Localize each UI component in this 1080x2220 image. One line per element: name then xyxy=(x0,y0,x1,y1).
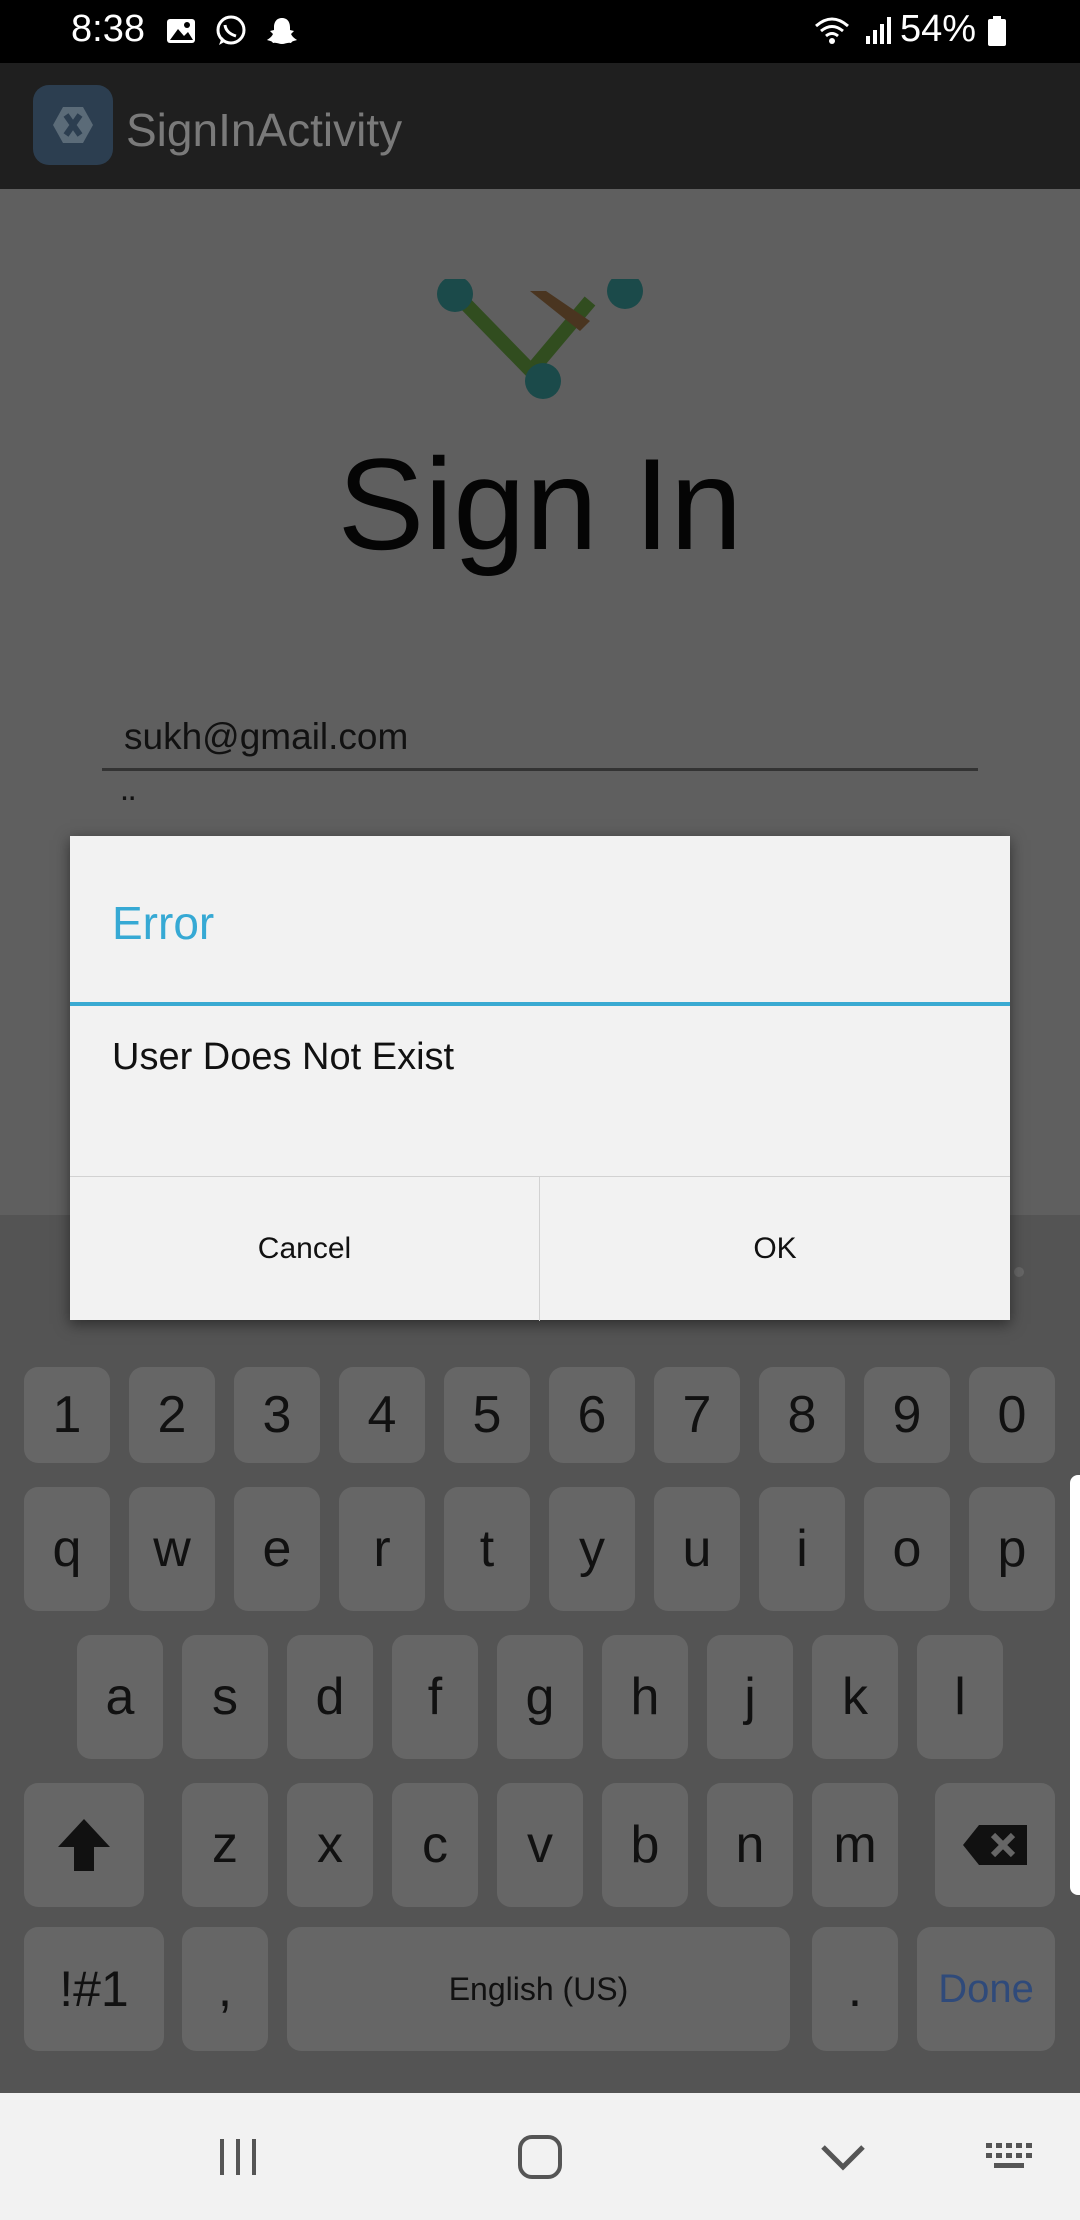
key-3[interactable]: 3 xyxy=(234,1367,320,1463)
space-key[interactable]: English (US) xyxy=(287,1927,790,2051)
key-h[interactable]: h xyxy=(602,1635,688,1759)
period-key[interactable]: . xyxy=(812,1927,898,2051)
key-0[interactable]: 0 xyxy=(969,1367,1055,1463)
edge-panel-handle[interactable] xyxy=(1070,1475,1080,1895)
page-title: Sign In xyxy=(337,431,743,577)
xamarin-logo-icon xyxy=(33,85,113,165)
key-c[interactable]: c xyxy=(392,1783,478,1907)
key-9[interactable]: 9 xyxy=(864,1367,950,1463)
key-y[interactable]: y xyxy=(549,1487,635,1611)
error-dialog: Error User Does Not Exist Cancel OK xyxy=(70,836,1010,1321)
key-u[interactable]: u xyxy=(654,1487,740,1611)
app-bar: SignInActivity xyxy=(0,63,1080,189)
key-z[interactable]: z xyxy=(182,1783,268,1907)
dialog-divider xyxy=(70,1002,1010,1006)
key-a[interactable]: a xyxy=(77,1635,163,1759)
key-d[interactable]: d xyxy=(287,1635,373,1759)
symbols-key[interactable]: !#1 xyxy=(24,1927,164,2051)
soft-keyboard: 1 2 3 4 5 6 7 8 9 0 q w e r t y u i o p … xyxy=(0,1215,1080,2093)
done-key[interactable]: Done xyxy=(917,1927,1055,2051)
keyboard-icon[interactable] xyxy=(980,2127,1040,2187)
key-b[interactable]: b xyxy=(602,1783,688,1907)
password-field[interactable]: ¨ xyxy=(122,789,135,834)
signal-icon xyxy=(866,17,891,44)
keyboard-indicator-dot xyxy=(1014,1267,1024,1277)
key-e[interactable]: e xyxy=(234,1487,320,1611)
key-f[interactable]: f xyxy=(392,1635,478,1759)
key-2[interactable]: 2 xyxy=(129,1367,215,1463)
key-1[interactable]: 1 xyxy=(24,1367,110,1463)
key-5[interactable]: 5 xyxy=(444,1367,530,1463)
key-k[interactable]: k xyxy=(812,1635,898,1759)
wifi-icon xyxy=(815,17,849,44)
shift-up-arrow-icon xyxy=(58,1819,110,1871)
key-t[interactable]: t xyxy=(444,1487,530,1611)
key-8[interactable]: 8 xyxy=(759,1367,845,1463)
battery-icon xyxy=(988,16,1006,46)
key-p[interactable]: p xyxy=(969,1487,1055,1611)
key-j[interactable]: j xyxy=(707,1635,793,1759)
dialog-title: Error xyxy=(112,897,215,949)
image-icon xyxy=(167,19,195,43)
key-s[interactable]: s xyxy=(182,1635,268,1759)
ok-button[interactable]: OK xyxy=(540,1177,1010,1321)
key-r[interactable]: r xyxy=(339,1487,425,1611)
battery-percent: 54% xyxy=(899,8,976,50)
backspace-icon xyxy=(963,1825,1027,1865)
whatsapp-icon xyxy=(216,15,246,45)
shift-key[interactable] xyxy=(24,1783,144,1907)
key-4[interactable]: 4 xyxy=(339,1367,425,1463)
status-bar: 8:38 54% xyxy=(0,0,1080,63)
key-i[interactable]: i xyxy=(759,1487,845,1611)
email-field[interactable]: sukh@gmail.com xyxy=(102,709,978,771)
status-time: 8:38 xyxy=(71,8,145,50)
key-q[interactable]: q xyxy=(24,1487,110,1611)
navigation-bar xyxy=(0,2093,1080,2220)
key-x[interactable]: x xyxy=(287,1783,373,1907)
home-icon[interactable] xyxy=(510,2127,570,2187)
dialog-message: User Does Not Exist xyxy=(112,1036,455,1078)
network-v-logo-icon xyxy=(437,279,643,399)
key-w[interactable]: w xyxy=(129,1487,215,1611)
key-l[interactable]: l xyxy=(917,1635,1003,1759)
comma-key[interactable]: , xyxy=(182,1927,268,2051)
key-g[interactable]: g xyxy=(497,1635,583,1759)
key-n[interactable]: n xyxy=(707,1783,793,1907)
key-6[interactable]: 6 xyxy=(549,1367,635,1463)
key-o[interactable]: o xyxy=(864,1487,950,1611)
back-chevron-icon[interactable] xyxy=(813,2127,873,2187)
cancel-button[interactable]: Cancel xyxy=(70,1177,540,1321)
key-m[interactable]: m xyxy=(812,1783,898,1907)
dialog-button-bar: Cancel OK xyxy=(70,1176,1010,1321)
key-v[interactable]: v xyxy=(497,1783,583,1907)
recent-apps-icon[interactable] xyxy=(208,2127,268,2187)
backspace-key[interactable] xyxy=(935,1783,1055,1907)
snapchat-icon xyxy=(267,18,297,44)
key-7[interactable]: 7 xyxy=(654,1367,740,1463)
app-title: SignInActivity xyxy=(126,104,403,156)
